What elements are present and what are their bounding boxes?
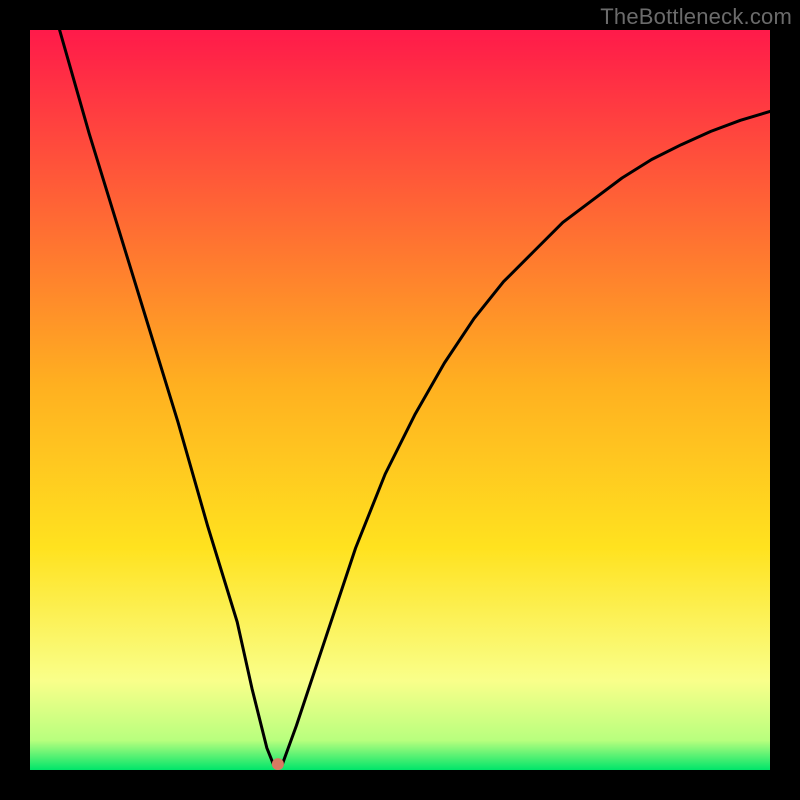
optimum-marker: [272, 758, 284, 770]
chart-frame: [30, 30, 770, 770]
chart-svg: [30, 30, 770, 770]
gradient-background: [30, 30, 770, 770]
watermark-text: TheBottleneck.com: [600, 4, 792, 30]
